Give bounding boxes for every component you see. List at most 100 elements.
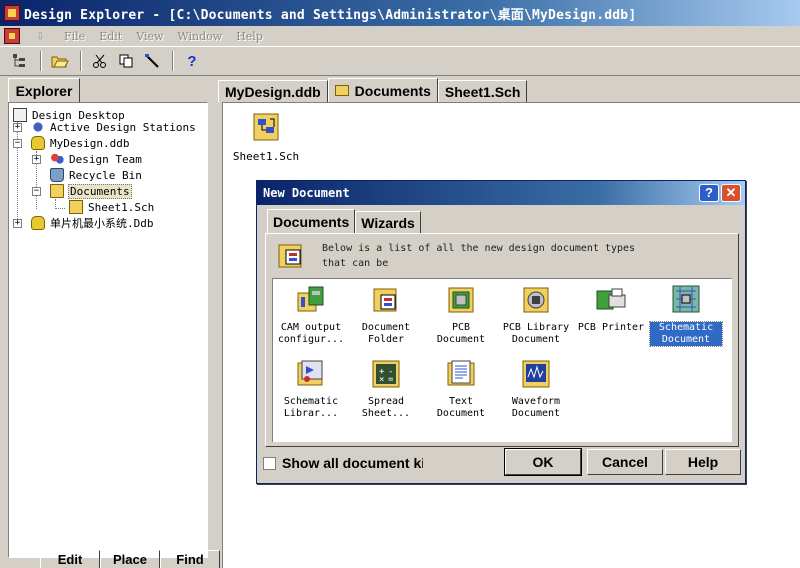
doc-type-spreadsheet[interactable]: + - × = Spread Sheet... — [350, 357, 422, 420]
tree-item-recycle-bin[interactable]: Recycle Bin — [50, 167, 143, 183]
new-document-icon — [278, 244, 302, 268]
place-button[interactable]: Place — [100, 550, 160, 568]
team-icon — [50, 152, 64, 166]
help-button[interactable]: ? — [180, 50, 204, 72]
help-button[interactable]: Help — [665, 449, 741, 475]
tab-explorer[interactable]: Explorer — [8, 78, 80, 102]
doc-type-label: CAM output configur... — [277, 322, 345, 345]
doc-type-pcb-printer[interactable]: PCB Printer — [575, 283, 647, 334]
dialog-titlebar[interactable]: New Document — [257, 181, 745, 205]
menu-file[interactable]: File — [64, 30, 85, 43]
doc-type-text-document[interactable]: Text Document — [425, 357, 497, 420]
tree-item-design-team[interactable]: Design Team — [50, 151, 143, 167]
explorer-bottom-buttons: Edit Place Find — [40, 550, 220, 568]
checkbox-label: Show all document ki — [282, 455, 423, 471]
dialog-info: Below is a list of all the new design do… — [276, 240, 726, 274]
window-titlebar[interactable]: Design Explorer - [C:\Documents and Sett… — [0, 0, 800, 26]
expand-toggle[interactable]: + — [13, 123, 22, 132]
doc-type-label: PCB Document — [436, 322, 486, 345]
toolbar-separator — [80, 51, 82, 71]
tab-sheet1-sch[interactable]: Sheet1.Sch — [437, 80, 528, 102]
dialog-title: New Document — [263, 186, 350, 200]
doc-type-label: Waveform Document — [511, 396, 561, 419]
toolbar-separator — [172, 51, 174, 71]
edit-button[interactable]: Edit — [40, 550, 100, 568]
dialog-help-button[interactable]: ? — [699, 184, 719, 202]
tab-wizards[interactable]: Wizards — [355, 211, 421, 233]
arrow-down-icon[interactable]: ⇩ — [36, 29, 58, 43]
doc-type-pcb-library[interactable]: PCB Library Document — [500, 283, 572, 346]
tree-line — [17, 119, 18, 223]
ok-button[interactable]: OK — [504, 448, 582, 476]
tab-documents[interactable]: Documents — [267, 209, 356, 233]
schematic-sheet-icon — [69, 200, 83, 214]
doc-type-label: Text Document — [436, 396, 486, 419]
expand-toggle[interactable]: + — [32, 155, 41, 164]
doc-type-pcb-document[interactable]: PCB Document — [425, 283, 497, 346]
svg-text:×: × — [379, 375, 384, 385]
document-folder-icon — [373, 288, 397, 312]
database-icon — [31, 136, 45, 150]
info-line: that can be — [322, 258, 389, 269]
paste-button[interactable] — [140, 50, 164, 72]
toolbar-separator — [40, 51, 42, 71]
open-button[interactable] — [48, 50, 72, 72]
spreadsheet-icon: + -× = — [372, 360, 400, 388]
cam-output-icon — [297, 286, 324, 312]
info-line: Below is a list of all the new design do… — [322, 243, 636, 254]
dialog-close-button[interactable]: ✕ — [721, 184, 741, 202]
desktop-icon — [13, 108, 27, 122]
copy-button[interactable] — [114, 50, 138, 72]
toggle-explorer-button[interactable] — [8, 50, 32, 72]
pcb-printer-icon — [596, 288, 626, 310]
tree-item-sheet1-sch[interactable]: Sheet1.Sch — [69, 199, 155, 215]
tree-item-mydesign-ddb[interactable]: MyDesign.ddb — [31, 135, 130, 151]
tab-label: Sheet1.Sch — [444, 83, 521, 100]
collapse-toggle[interactable]: − — [32, 187, 41, 196]
doc-type-label: PCB Printer — [577, 322, 645, 333]
schematic-library-icon — [297, 360, 323, 386]
tree-item-active-design-stations[interactable]: Active Design Stations — [31, 119, 197, 135]
schematic-sheet-icon — [253, 113, 279, 141]
menu-bar: ⇩ File Edit View Window Help — [0, 26, 800, 46]
schematic-document-icon — [672, 285, 700, 313]
cancel-button[interactable]: Cancel — [587, 449, 663, 475]
pcb-library-icon — [523, 287, 549, 313]
scissors-icon — [93, 54, 106, 68]
doc-type-cam-output[interactable]: CAM output configur... — [275, 283, 347, 346]
doc-type-schematic-document[interactable]: Schematic Document — [649, 283, 723, 347]
tree-item-mcu-ddb[interactable]: 单片机最小系统.Ddb — [31, 215, 155, 231]
open-folder-icon — [51, 56, 69, 68]
doc-type-schematic-library[interactable]: Schematic Librar... — [275, 357, 347, 420]
dialog-tabs: Documents Wizards — [267, 209, 421, 233]
tab-mydesign-ddb[interactable]: MyDesign.ddb — [218, 80, 328, 102]
show-all-document-kinds-checkbox[interactable]: Show all document ki — [263, 455, 423, 471]
waveform-document-icon — [522, 360, 550, 388]
system-menu-icon[interactable] — [4, 28, 20, 44]
dialog-info-text: Below is a list of all the new design do… — [322, 240, 635, 271]
checkbox[interactable] — [263, 456, 276, 470]
tree-view-icon — [13, 54, 25, 67]
doc-type-label: Schematic Librar... — [283, 396, 339, 419]
file-sheet1-sch[interactable]: Sheet1.Sch — [231, 111, 301, 163]
expand-toggle[interactable]: + — [13, 219, 22, 228]
window-title: Design Explorer - [C:\Documents and Sett… — [24, 7, 637, 23]
new-document-dialog: New Document ? ✕ Documents Wizards Below… — [256, 180, 746, 484]
find-button[interactable]: Find — [160, 550, 220, 568]
collapse-toggle[interactable]: − — [13, 139, 22, 148]
doc-type-document-folder[interactable]: Document Folder — [350, 283, 422, 346]
folder-icon — [334, 85, 349, 96]
cut-button[interactable] — [88, 50, 112, 72]
tab-documents[interactable]: Documents — [327, 78, 438, 102]
menu-help[interactable]: Help — [236, 30, 263, 43]
menu-edit[interactable]: Edit — [99, 30, 122, 43]
explorer-panel: Explorer Design Desktop + Active Design … — [4, 78, 212, 568]
doc-type-label: Spread Sheet... — [361, 396, 411, 419]
explorer-tree: Design Desktop + Active Design Stations … — [8, 102, 208, 558]
tree-item-documents[interactable]: Documents — [50, 183, 132, 199]
svg-text:=: = — [388, 375, 394, 385]
database-icon — [31, 216, 45, 230]
menu-window[interactable]: Window — [177, 30, 222, 43]
menu-view[interactable]: View — [136, 30, 163, 43]
doc-type-waveform-document[interactable]: Waveform Document — [500, 357, 572, 420]
